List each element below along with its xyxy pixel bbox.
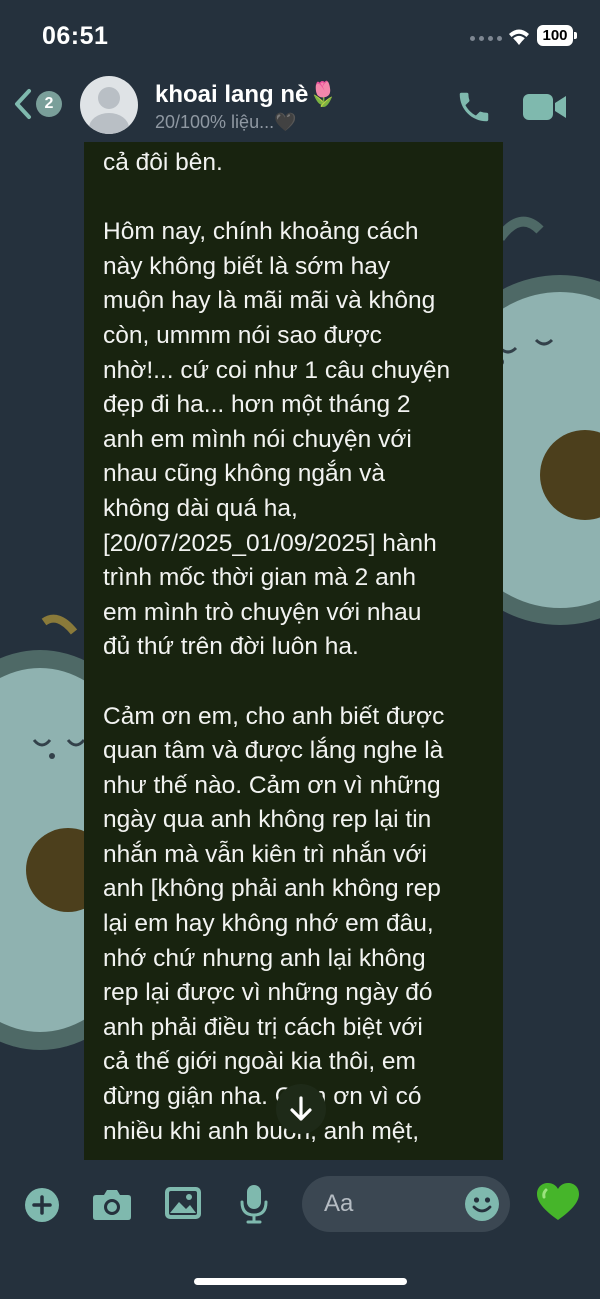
unread-count-badge: 2 (36, 91, 62, 117)
status-bar: 06:51 100 (0, 0, 600, 70)
plus-icon (25, 1188, 59, 1222)
video-camera-icon (523, 94, 566, 120)
microphone-icon (240, 1185, 268, 1224)
voice-message-button[interactable] (240, 1184, 268, 1229)
chat-header: 2 khoai lang nè🌷 20/100% liệu...🖤 (0, 70, 600, 142)
message-bubble[interactable]: cả đôi bên. Hôm nay, chính khoảng cách n… (84, 142, 503, 1160)
phone-icon (459, 92, 489, 122)
message-composer (0, 1170, 600, 1240)
emoji-icon (465, 1187, 499, 1221)
camera-button[interactable] (92, 1186, 132, 1227)
wifi-icon (509, 29, 529, 45)
scroll-down-button[interactable] (276, 1084, 326, 1134)
call-button[interactable] (455, 88, 493, 131)
back-button[interactable]: 2 (14, 88, 62, 120)
signal-icon (470, 36, 502, 41)
home-indicator (194, 1278, 407, 1285)
like-button[interactable] (536, 1182, 580, 1227)
default-avatar-icon (89, 87, 129, 134)
video-call-button[interactable] (522, 92, 568, 127)
battery-icon: 100 (537, 25, 577, 46)
camera-icon (93, 1190, 131, 1220)
contact-status: 20/100% liệu...🖤 (155, 112, 297, 132)
image-icon (165, 1187, 201, 1219)
avatar[interactable] (80, 76, 138, 134)
chevron-left-icon (15, 89, 31, 119)
battery-level: 100 (542, 27, 568, 44)
gallery-button[interactable] (164, 1186, 202, 1225)
green-heart-icon (537, 1183, 579, 1220)
emoji-button[interactable] (464, 1186, 500, 1227)
contact-name[interactable]: khoai lang nè🌷 (155, 80, 338, 109)
arrow-down-icon (290, 1096, 312, 1121)
more-actions-button[interactable] (24, 1187, 60, 1228)
message-text: cả đôi bên. Hôm nay, chính khoảng cách n… (103, 149, 451, 1145)
status-time: 06:51 (42, 22, 109, 50)
